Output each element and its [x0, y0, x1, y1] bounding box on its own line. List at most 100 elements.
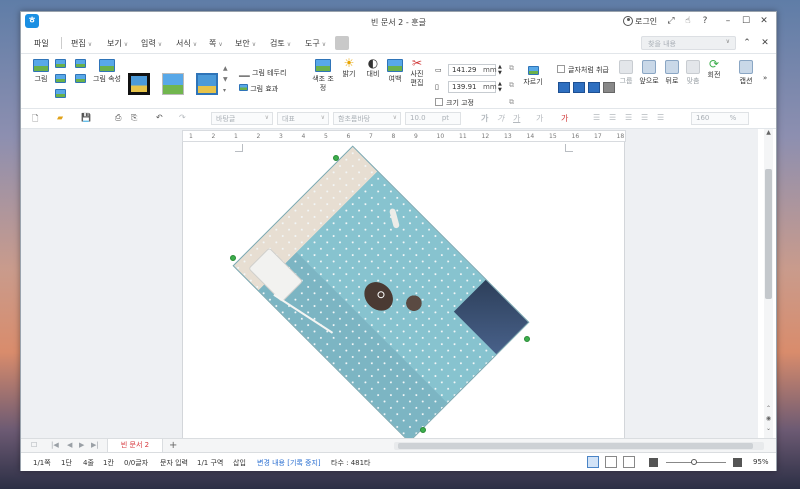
close-icon[interactable]: ✕: [758, 15, 770, 27]
expand-icon[interactable]: ⤢: [665, 15, 677, 27]
align-center-icon[interactable]: ☰: [609, 113, 616, 122]
size-original-icon[interactable]: ⧉: [509, 98, 514, 107]
print-icon[interactable]: ⎙: [115, 113, 121, 123]
align-left-icon[interactable]: ☰: [593, 113, 600, 122]
view-normal-icon[interactable]: [587, 456, 599, 468]
vertical-scrollbar[interactable]: ▲ ⌃ ◉ ⌄: [764, 129, 773, 438]
strikethrough-icon[interactable]: 가: [536, 113, 543, 124]
menu-tools[interactable]: 도구 ∨: [305, 38, 326, 49]
send-backward-button[interactable]: 뒤로: [663, 60, 681, 86]
cat-photo[interactable]: [232, 145, 530, 443]
picture-extract-small[interactable]: [55, 89, 66, 101]
find-browse-icon[interactable]: ◉: [764, 415, 773, 423]
picture-style-3[interactable]: [196, 73, 218, 95]
crop-button[interactable]: 자르기: [521, 66, 545, 87]
first-tab-icon[interactable]: |◀: [51, 441, 59, 449]
prev-tab-icon[interactable]: ◀: [67, 441, 72, 449]
touch-icon[interactable]: ☝: [682, 15, 694, 27]
new-doc-icon[interactable]: 🗋: [32, 113, 38, 127]
menu-insert[interactable]: 입력 ∨: [141, 38, 162, 49]
zoom-in-icon[interactable]: [733, 458, 742, 467]
line-spacing-field[interactable]: 160 %: [691, 112, 749, 125]
picture-effect-button[interactable]: 그림 효과: [239, 84, 278, 94]
brightness-button[interactable]: ☀ 밝기: [339, 57, 359, 79]
login-button[interactable]: 로그인: [623, 16, 657, 27]
caption-button[interactable]: 캡션: [735, 60, 757, 86]
menu-security[interactable]: 보안 ∨: [235, 38, 256, 49]
zoom-out-icon[interactable]: [649, 458, 658, 467]
tab-list-icon[interactable]: ☐: [31, 441, 37, 449]
style-scroll-up[interactable]: ▲: [223, 65, 228, 72]
preview-icon[interactable]: ⎘: [131, 113, 137, 123]
font-size-field[interactable]: 10.0 pt: [405, 112, 461, 125]
add-tab-button[interactable]: +: [169, 440, 177, 451]
style-select[interactable]: 바탕글 ∨: [211, 112, 273, 125]
tab-document[interactable]: 빈 문서 2: [107, 439, 163, 453]
wrap-through-icon[interactable]: [588, 82, 600, 93]
picture-style-1[interactable]: [128, 73, 150, 95]
justify-icon[interactable]: ☰: [641, 113, 648, 122]
wrap-tight-icon[interactable]: [573, 82, 585, 93]
picture-insert-small[interactable]: [55, 59, 66, 71]
zoom-slider[interactable]: [666, 459, 726, 465]
object-tab-icon[interactable]: [335, 36, 349, 50]
size-link-icon[interactable]: ⧉: [509, 64, 514, 73]
status-zoom[interactable]: 95%: [753, 458, 769, 466]
ribbon-more-icon[interactable]: »: [763, 74, 767, 82]
menu-view[interactable]: 보기 ∨: [107, 38, 128, 49]
scroll-thumb[interactable]: [765, 169, 772, 299]
undo-icon[interactable]: ↶: [156, 113, 163, 122]
scroll-up-icon[interactable]: ▲: [764, 129, 773, 137]
picture-transform-small[interactable]: [75, 59, 86, 71]
redo-icon[interactable]: ↷: [179, 113, 186, 122]
zoom-knob[interactable]: [691, 459, 697, 465]
bold-icon[interactable]: 가: [481, 113, 488, 124]
ribbon-collapse-icon[interactable]: ⌃: [741, 37, 753, 49]
resize-handle-left[interactable]: [230, 255, 236, 261]
underline-icon[interactable]: 가: [513, 113, 520, 124]
picture-button[interactable]: 그림: [30, 59, 52, 84]
menu-review[interactable]: 검토 ∨: [270, 38, 291, 49]
color-adjust-button[interactable]: 색조 조정: [311, 59, 335, 93]
picture-border-button[interactable]: ▁▁ 그림 테두리: [239, 68, 286, 78]
lock-size-checkbox[interactable]: 크기 고정: [435, 98, 474, 108]
menu-format[interactable]: 서식 ∨: [176, 38, 197, 49]
menu-edit[interactable]: 편집 ∨: [71, 38, 92, 49]
horizontal-scrollbar[interactable]: [394, 442, 764, 450]
view-width-icon[interactable]: [605, 456, 617, 468]
last-tab-icon[interactable]: ▶|: [91, 441, 99, 449]
status-page[interactable]: 1/1쪽: [33, 458, 51, 468]
resize-handle-top[interactable]: [333, 155, 339, 161]
align-right-icon[interactable]: ☰: [625, 113, 632, 122]
size-reset-icon[interactable]: ⧉: [509, 81, 514, 90]
picture-style-2[interactable]: [162, 73, 184, 95]
wrap-square-icon[interactable]: [558, 82, 570, 93]
next-tab-icon[interactable]: ▶: [79, 441, 84, 449]
treat-as-char-checkbox[interactable]: 글자처럼 취급: [557, 65, 609, 75]
font-select[interactable]: 함초롬바탕 ∨: [333, 112, 401, 125]
align-button[interactable]: 맞춤: [685, 60, 701, 86]
next-page-icon[interactable]: ⌄: [764, 425, 773, 433]
photo-edit-button[interactable]: ✂ 사진 편집: [407, 57, 427, 88]
status-input-mode[interactable]: 문자 입력: [160, 458, 188, 468]
resize-handle-bottom[interactable]: [420, 427, 426, 433]
scroll-thumb[interactable]: [398, 443, 753, 449]
picture-convert-small[interactable]: [75, 74, 86, 86]
save-icon[interactable]: 💾: [81, 113, 91, 122]
contrast-button[interactable]: ◐ 대비: [363, 57, 383, 79]
style-more[interactable]: ▾: [223, 87, 226, 94]
document-editor[interactable]: 1 2 1 2 3 4 5 6 7 8 9 10 11 12 13 14 15 16 17 18: [21, 129, 758, 443]
close-doc-icon[interactable]: ✕: [759, 37, 771, 49]
italic-icon[interactable]: 가: [497, 113, 504, 124]
wrap-behind-icon[interactable]: [603, 82, 615, 93]
selected-picture[interactable]: [230, 145, 530, 443]
group-button[interactable]: 그룹: [617, 60, 635, 86]
picture-properties-button[interactable]: 그림 속성: [93, 59, 121, 84]
width-stepper[interactable]: ▲ ▼: [498, 64, 502, 76]
menu-file[interactable]: 파일: [34, 38, 49, 49]
font-color-icon[interactable]: 가: [561, 113, 568, 124]
rotate-button[interactable]: ⟳ 회전: [705, 58, 723, 80]
font-lang-select[interactable]: 대표 ∨: [277, 112, 329, 125]
maximize-icon[interactable]: ☐: [740, 15, 752, 27]
resize-handle-right[interactable]: [524, 336, 530, 342]
